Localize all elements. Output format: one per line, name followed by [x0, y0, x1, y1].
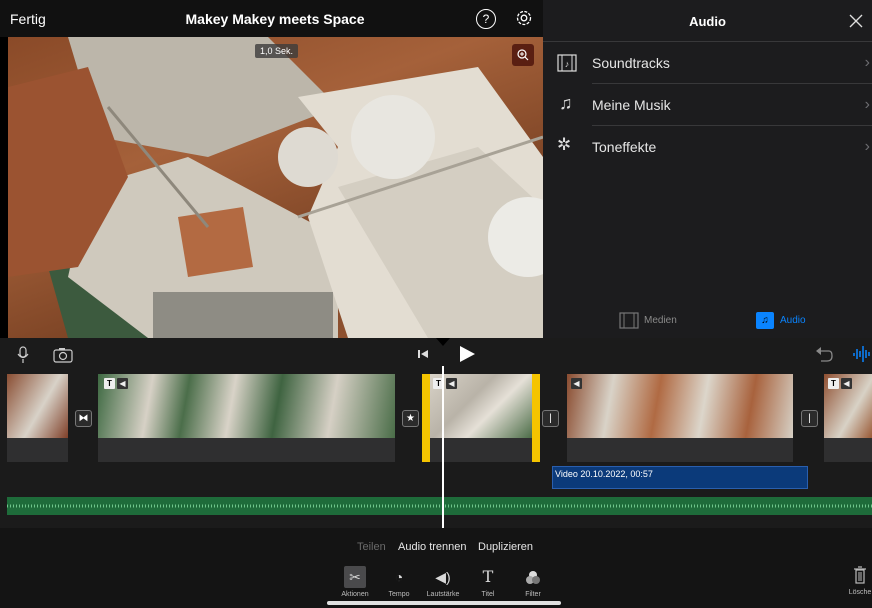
duration-badge: 1,0 Sek. [255, 44, 299, 58]
film-icon [619, 312, 639, 329]
zoom-button[interactable] [512, 44, 534, 66]
preview-image [8, 37, 543, 338]
tool-titles[interactable]: T Titel [466, 566, 510, 598]
tool-speed[interactable]: ◔ Tempo [377, 566, 421, 598]
camera-icon [53, 348, 73, 363]
zoom-icon [517, 49, 529, 61]
selected-video-clip[interactable]: T ◀ [422, 374, 540, 462]
delete-button[interactable]: Lösche [848, 566, 872, 596]
video-clip[interactable]: T ◀ [98, 374, 395, 462]
gear-icon [516, 10, 532, 26]
transition-none-icon: | [549, 413, 552, 424]
audio-tab-icon: ♫ [756, 312, 774, 329]
viewer-topbar: Fertig Makey Makey meets Space ? [0, 0, 543, 37]
audio-item-label: Soundtracks [592, 55, 670, 71]
playhead[interactable] [442, 366, 444, 528]
project-title: Makey Makey meets Space [185, 11, 365, 27]
clip-thumbnail [98, 374, 395, 438]
speaker-icon: ◀) [435, 569, 451, 585]
skip-to-start-button[interactable] [416, 347, 430, 361]
tool-label: Titel [481, 591, 495, 598]
detached-audio-clip[interactable]: Video 20.10.2022, 00:57 [552, 466, 808, 489]
audio-item-soundtracks[interactable]: ♪ Soundtracks › [543, 42, 872, 84]
inspector-toolbar: Teilen Audio trennen Duplizieren ✂ Aktio… [0, 528, 872, 608]
tool-label: Lautstärke [426, 591, 460, 598]
close-button[interactable] [845, 10, 867, 32]
settings-button[interactable] [514, 8, 534, 28]
duplicate-action[interactable]: Duplizieren [478, 541, 533, 553]
audio-item-label: Toneffekte [592, 139, 657, 155]
transition-button[interactable]: | [542, 410, 559, 427]
close-icon [849, 14, 863, 28]
audio-item-my-music[interactable]: ♫ Meine Musik › [543, 84, 872, 126]
audio-item-label: Meine Musik [592, 97, 671, 113]
tool-actions[interactable]: ✂ Aktionen [333, 566, 377, 598]
title-badge-icon: T [828, 378, 839, 389]
undo-button[interactable] [815, 346, 833, 362]
video-viewer: 1,0 Sek. Fertig Makey Makey meets Space … [0, 0, 543, 338]
trash-icon [854, 566, 866, 584]
transition-button[interactable]: ⧓ [75, 410, 92, 427]
record-voiceover-button[interactable] [16, 346, 30, 364]
background-audio-track[interactable] [7, 497, 872, 515]
detach-audio-action[interactable]: Audio trennen [398, 541, 467, 553]
transition-button[interactable]: | [801, 410, 818, 427]
panel-title: Audio [689, 14, 726, 29]
transition-icon: ⧓ [78, 413, 89, 424]
chevron-right-icon: › [864, 54, 870, 71]
audio-item-sound-effects[interactable]: ✲ Toneffekte › [543, 126, 872, 168]
transition-button[interactable]: ★ [402, 410, 419, 427]
filter-circles-icon [511, 566, 555, 588]
delete-label: Lösche [848, 589, 872, 596]
video-clip[interactable]: ◀ [567, 374, 793, 462]
skip-back-icon [418, 350, 428, 358]
chevron-right-icon: › [864, 138, 870, 155]
split-action[interactable]: Teilen [357, 541, 386, 553]
undo-icon [816, 347, 833, 362]
tab-media-label: Medien [644, 315, 677, 326]
speaker-badge-icon: ◀ [117, 378, 128, 389]
camera-button[interactable] [53, 347, 73, 363]
chevron-right-icon: › [864, 96, 870, 113]
home-indicator [327, 601, 561, 605]
tool-volume[interactable]: ◀) Lautstärke [421, 566, 465, 598]
waveform-icon [853, 346, 870, 362]
speaker-badge-icon: ◀ [841, 378, 852, 389]
title-badge-icon: T [104, 378, 115, 389]
star-icon: ★ [406, 413, 415, 424]
play-button[interactable] [458, 345, 476, 363]
title-t-icon: T [482, 567, 494, 586]
tool-filters[interactable]: Filter [511, 566, 555, 598]
sparkle-sound-icon: ✲ [557, 135, 572, 154]
play-icon [460, 346, 475, 362]
music-note-icon: ♫ [559, 93, 573, 113]
preview-frame[interactable]: 1,0 Sek. [8, 37, 543, 338]
microphone-icon [17, 346, 29, 363]
video-clip[interactable] [7, 374, 68, 462]
film-music-icon: ♪ [557, 54, 577, 72]
tool-label: Aktionen [341, 591, 369, 598]
clip-thumbnail [7, 374, 68, 438]
help-icon[interactable]: ? [476, 9, 496, 29]
tab-audio-label: Audio [780, 315, 806, 326]
video-clip[interactable]: T ◀ [824, 374, 872, 462]
speedometer-icon: ◔ [394, 569, 404, 585]
speaker-badge-icon: ◀ [446, 378, 457, 389]
audio-clip-label: Video 20.10.2022, 00:57 [555, 469, 653, 479]
playhead-marker-icon [436, 338, 450, 346]
speaker-badge-icon: ◀ [571, 378, 582, 389]
timeline[interactable]: ⧓ T ◀ ★ T ◀ | ◀ | T ◀ Video 20.10.2022, … [0, 338, 872, 528]
transition-none-icon: | [808, 413, 811, 424]
scissors-icon: ✂ [344, 566, 366, 588]
waveform [7, 504, 872, 508]
tool-label: Tempo [388, 591, 410, 598]
svg-text:♪: ♪ [565, 59, 570, 69]
audio-browser-panel: Audio ♪ Soundtracks › ♫ Meine Musik › ✲ … [543, 0, 872, 338]
tool-label: Filter [525, 591, 541, 598]
audio-waveform-button[interactable] [852, 345, 872, 363]
clip-thumbnail [567, 374, 793, 438]
panel-header: Audio [543, 0, 872, 42]
